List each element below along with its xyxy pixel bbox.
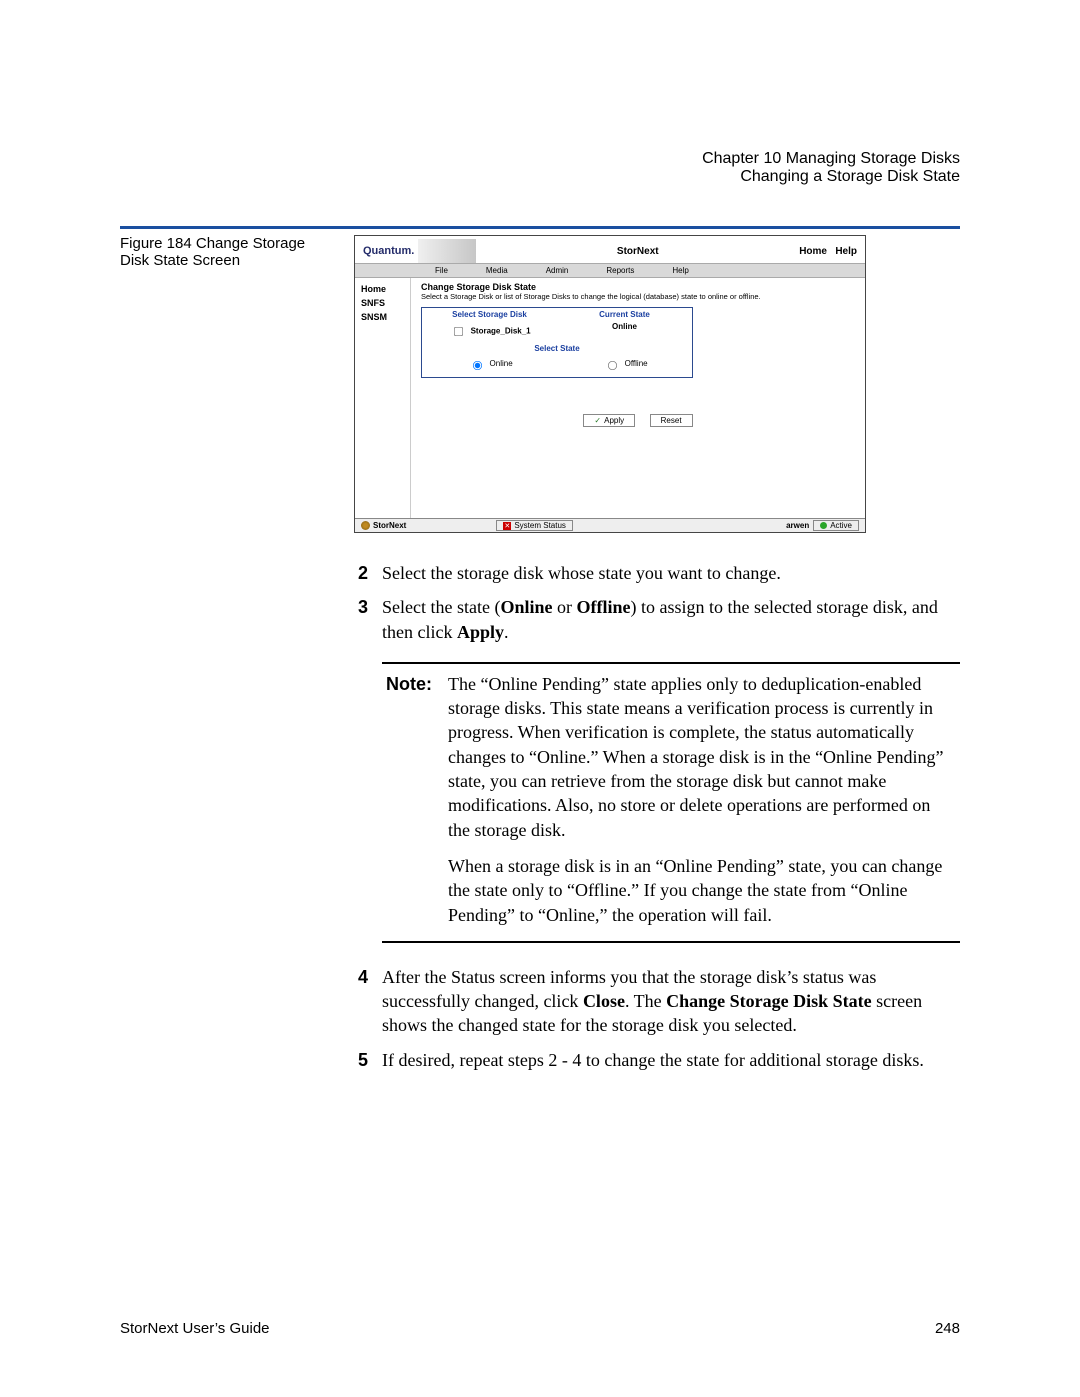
sidebar: Home SNFS SNSM: [355, 278, 411, 518]
note-paragraph: When a storage disk is in an “Online Pen…: [448, 854, 956, 927]
chapter-header: Chapter 10 Managing Storage Disks Changi…: [120, 150, 960, 186]
section-title: Changing a Storage Disk State: [120, 168, 960, 186]
radio-offline[interactable]: [608, 361, 617, 370]
system-status-label: System Status: [514, 521, 566, 530]
disk-state: Online: [612, 322, 637, 331]
menu-help[interactable]: Help: [672, 266, 688, 275]
apply-button[interactable]: Apply: [583, 414, 635, 427]
note-label: Note:: [386, 672, 432, 927]
panel-subtitle: Select a Storage Disk or list of Storage…: [421, 292, 855, 301]
sidebar-snfs[interactable]: SNFS: [355, 296, 410, 310]
status-bar: StorNext ✕ System Status arwen Active: [355, 518, 865, 532]
sidebar-home[interactable]: Home: [355, 282, 410, 296]
step-text: After the Status screen informs you that…: [382, 965, 960, 1038]
select-state-header: Select State: [422, 342, 692, 355]
note-block: Note: The “Online Pending” state applies…: [382, 662, 960, 943]
note-paragraph: The “Online Pending” state applies only …: [448, 672, 956, 842]
active-button[interactable]: Active: [813, 520, 859, 531]
app-title: StorNext: [476, 246, 799, 257]
menubar: File Media Admin Reports Help: [355, 263, 865, 278]
host-label: arwen: [786, 521, 809, 530]
disk-name: Storage_Disk_1: [471, 327, 531, 336]
step-text: Select the storage disk whose state you …: [382, 561, 960, 585]
divider: [120, 226, 960, 229]
page-number: 248: [935, 1320, 960, 1337]
menu-file[interactable]: File: [435, 266, 448, 275]
step-text: If desired, repeat steps 2 - 4 to change…: [382, 1048, 960, 1072]
step-number: 4: [354, 965, 368, 1038]
menu-admin[interactable]: Admin: [546, 266, 569, 275]
reset-button[interactable]: Reset: [650, 414, 693, 427]
chapter-title: Chapter 10 Managing Storage Disks: [120, 150, 960, 168]
alert-icon: ✕: [503, 522, 511, 530]
col-select-disk: Select Storage Disk: [422, 308, 557, 321]
step-text: Select the state (Online or Offline) to …: [382, 595, 960, 644]
home-link[interactable]: Home: [799, 246, 827, 257]
help-link[interactable]: Help: [835, 246, 857, 257]
step-number: 2: [354, 561, 368, 585]
col-current-state: Current State: [557, 308, 692, 321]
sidebar-snsm[interactable]: SNSM: [355, 310, 410, 324]
footer-title: StorNext User’s Guide: [120, 1320, 270, 1337]
header-graphic: [418, 239, 476, 263]
gear-icon: [361, 521, 370, 530]
active-label: Active: [830, 521, 852, 530]
radio-online[interactable]: [473, 361, 482, 370]
system-status-button[interactable]: ✕ System Status: [496, 520, 573, 531]
radio-online-label: Online: [490, 359, 513, 368]
menu-media[interactable]: Media: [486, 266, 508, 275]
disk-checkbox[interactable]: [454, 327, 463, 336]
panel-title: Change Storage Disk State: [421, 282, 855, 292]
status-brand: StorNext: [373, 521, 406, 530]
screenshot: Quantum. StorNext Home Help File Media A…: [354, 235, 866, 533]
radio-offline-label: Offline: [625, 359, 648, 368]
menu-reports[interactable]: Reports: [606, 266, 634, 275]
logo: Quantum.: [363, 245, 414, 257]
disk-panel: Select Storage Disk Current State Storag…: [421, 307, 693, 378]
status-dot-icon: [820, 522, 827, 529]
figure-caption: Figure 184 Change Storage Disk State Scr…: [120, 235, 330, 1082]
step-number: 5: [354, 1048, 368, 1072]
page-footer: StorNext User’s Guide 248: [120, 1320, 960, 1337]
step-number: 3: [354, 595, 368, 644]
